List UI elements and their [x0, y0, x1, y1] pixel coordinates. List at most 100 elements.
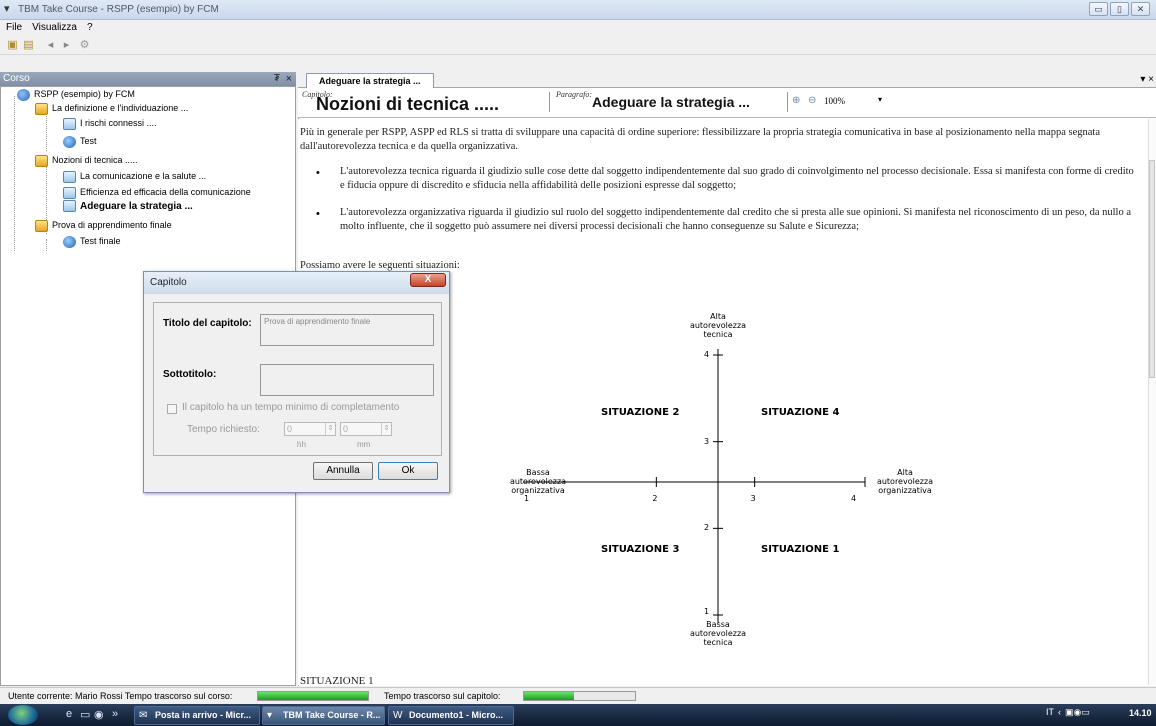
system-tray: IT ‹ ▣◉▭ [1046, 707, 1094, 718]
outlook-icon[interactable]: ◉ [94, 708, 104, 721]
pin-icon[interactable]: ₮ [274, 72, 280, 86]
paragraph-title: Adeguare la strategia ... [592, 94, 750, 110]
tray-expand-icon[interactable]: ‹ [1058, 707, 1061, 717]
title-bar: ▾ TBM Take Course - RSPP (esempio) by FC… [0, 0, 1156, 20]
tree-item-page[interactable]: La comunicazione e la salute ... [63, 169, 206, 183]
tbm-icon: ▾ [267, 710, 273, 721]
bullet-autorevolezza-tecnica: L'autorevolezza tecnica riguarda il giud… [340, 166, 1134, 191]
close-window-button[interactable]: ✕ [1131, 2, 1150, 16]
heading-situazione-1: SITUAZIONE 1 [300, 675, 374, 687]
menu-file[interactable]: File [0, 20, 26, 33]
tree-line [46, 111, 47, 151]
maximize-button[interactable]: ▯ [1110, 2, 1129, 16]
chapter-icon [35, 102, 48, 115]
page-icon [63, 170, 76, 183]
y-tick-label: 1 [704, 607, 710, 616]
y-tick-label: 3 [704, 436, 710, 446]
course-panel-title: Corso [3, 73, 30, 84]
chapter-progress-fill [524, 692, 574, 700]
zoom-dropdown-icon[interactable]: ▾ [878, 95, 882, 104]
course-icon [17, 88, 30, 101]
tab-menu-icon[interactable]: ▾ × [1140, 74, 1154, 85]
status-user-time: Utente corrente: Mario Rossi Tempo trasc… [8, 691, 233, 701]
y-low-label: Bassa autorevolezza tecnica [689, 620, 747, 647]
paragraph-situazioni: Possiamo avere le seguenti situazioni: [300, 260, 460, 271]
spinner-arrows-icon[interactable]: ⇕ [381, 423, 391, 435]
chapter-icon [35, 154, 48, 167]
tempo-checkbox-label: Il capitolo ha un tempo minimo di comple… [182, 402, 400, 413]
tree-line [46, 239, 47, 251]
desktop-icon[interactable]: ▭ [80, 708, 90, 721]
zoom-out-icon[interactable]: ⊖ [808, 95, 820, 107]
zoom-in-icon[interactable]: ⊕ [792, 95, 804, 107]
tempo-checkbox[interactable] [167, 404, 177, 414]
x-low-label: Bassa autorevolezza organizzativa [509, 468, 567, 495]
dialog-close-button[interactable]: X [410, 273, 446, 287]
ie-icon[interactable]: e [66, 708, 72, 720]
task-documento[interactable]: W Documento1 - Micro... [388, 706, 514, 725]
window-title: TBM Take Course - RSPP (esempio) by FCM [18, 4, 219, 15]
tempo-richiesto-label: Tempo richiesto: [187, 424, 260, 435]
spinner-arrows-icon[interactable]: ⇕ [325, 423, 335, 435]
x-tick-label: 1 [524, 494, 530, 503]
minutes-unit: mm [357, 440, 371, 449]
cancel-button[interactable]: Annulla [313, 462, 373, 480]
tree-item-page[interactable]: Efficienza ed efficacia della comunicazi… [63, 185, 251, 199]
tree-item-course[interactable]: RSPP (esempio) by FCM [17, 87, 135, 101]
close-panel-icon[interactable]: × [286, 72, 292, 86]
tree-line [14, 96, 15, 251]
tree-item-chapter[interactable]: Prova di apprendimento finale [35, 218, 172, 232]
test-icon [63, 135, 76, 148]
quick-launch-more[interactable]: » [112, 708, 118, 720]
separator [549, 92, 550, 112]
minutes-spinner[interactable]: 0 ⇕ [340, 422, 392, 436]
page-icon [63, 186, 76, 199]
tree-item-page-selected[interactable]: Adeguare la strategia ... [63, 200, 193, 214]
open-folder-icon[interactable]: ▣ [6, 39, 19, 51]
window-buttons: ▭ ▯ ✕ [1087, 2, 1150, 16]
x-high-label: Alta autorevolezza organizzativa [876, 468, 934, 495]
tree-item-chapter[interactable]: Nozioni di tecnica ..... [35, 153, 138, 167]
menu-help[interactable]: ? [81, 20, 97, 33]
hours-spinner[interactable]: 0 ⇕ [284, 422, 336, 436]
settings-icon[interactable]: ⚙ [78, 39, 91, 51]
toolbar: ▣ ▤ ◂ ▸ ⚙ [0, 36, 1156, 55]
back-icon[interactable]: ◂ [44, 39, 57, 51]
chapter-progress-bar [523, 691, 636, 701]
minimize-button[interactable]: ▭ [1089, 2, 1108, 16]
clock: 14.10 [1129, 708, 1152, 718]
sottotitolo-field[interactable] [260, 364, 434, 396]
ok-button[interactable]: Ok [378, 462, 438, 480]
scrollbar-thumb[interactable] [1149, 160, 1155, 378]
start-button[interactable] [8, 705, 38, 725]
titolo-field[interactable]: Prova di apprendimento finale [260, 314, 434, 346]
tray-icons[interactable]: ▣◉▭ [1065, 707, 1090, 718]
tree-item-page[interactable]: I rischi connessi .... [63, 116, 157, 130]
menu-visualizza[interactable]: Visualizza [26, 20, 81, 33]
y-high-label: Alta autorevolezza tecnica [689, 312, 747, 339]
hours-unit: hh [297, 440, 306, 449]
language-indicator[interactable]: IT [1046, 707, 1054, 717]
paragraph-intro: Più in generale per RSPP, ASPP ed RLS si… [300, 127, 1101, 152]
tab-adeguare-la-strategia[interactable]: Adeguare la strategia ... [306, 73, 434, 88]
tree-item-test[interactable]: Test [63, 134, 97, 148]
course-progress-bar [257, 691, 369, 701]
tree-item-test[interactable]: Test finale [63, 234, 121, 248]
quadrant-label: SITUAZIONE 1 [761, 544, 840, 555]
zoom-level[interactable]: 100% [824, 96, 845, 106]
course-panel-header: Corso ₮ × [0, 72, 296, 86]
page-icon [63, 117, 76, 130]
bullet-marker: • [316, 167, 320, 179]
menu-bar: File Visualizza? [0, 20, 1156, 36]
app-icon: ▾ [4, 3, 10, 15]
tree-item-chapter[interactable]: La definizione e l'individuazione ... [35, 101, 188, 115]
quadrant-label: SITUAZIONE 3 [601, 544, 680, 555]
properties-icon[interactable]: ▤ [22, 39, 35, 51]
status-chapter-time: Tempo trascorso sul capitolo: [384, 691, 501, 701]
forward-icon[interactable]: ▸ [60, 39, 73, 51]
mail-icon: ✉ [139, 710, 148, 721]
x-tick-label: 3 [750, 494, 756, 503]
x-tick-label: 4 [851, 494, 857, 503]
task-posta[interactable]: ✉ Posta in arrivo - Micr... [134, 706, 260, 725]
task-tbm[interactable]: ▾ TBM Take Course - R... [262, 706, 385, 725]
